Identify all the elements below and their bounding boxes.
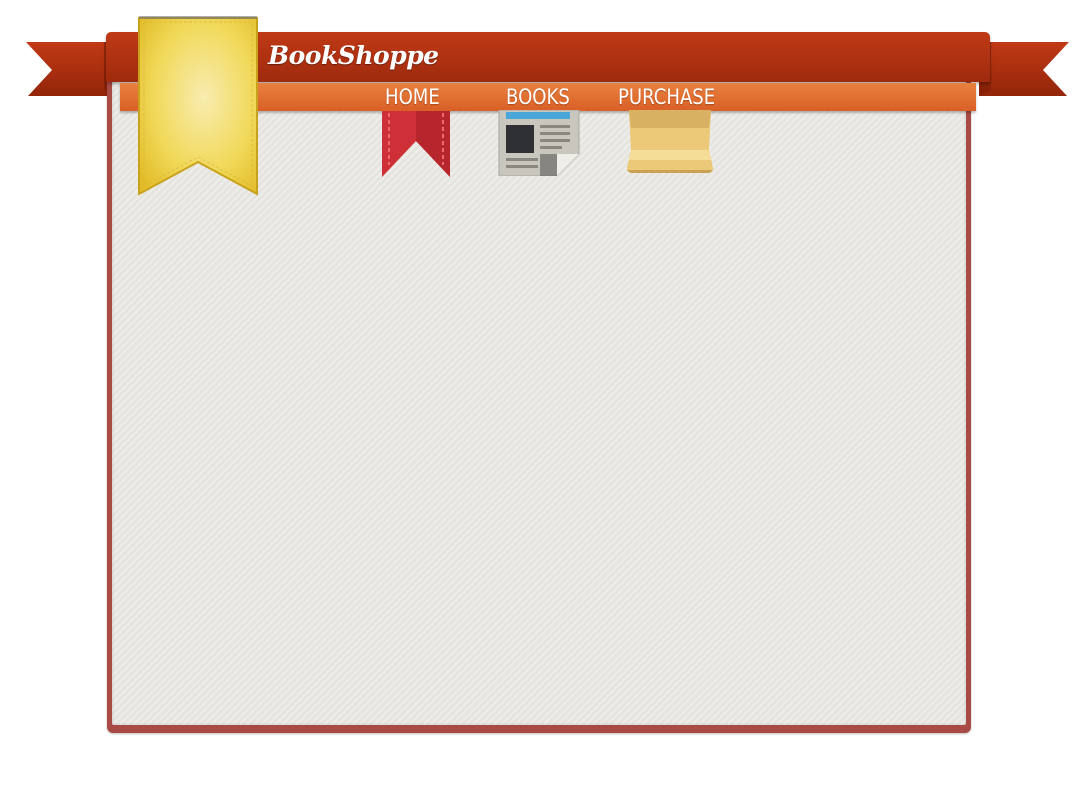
nav-books-link[interactable]: BOOKS [506,83,570,111]
nav-home-link[interactable]: HOME [385,83,440,111]
bookmark-icon[interactable] [381,111,451,177]
box-icon[interactable] [625,110,715,174]
brand-logo[interactable]: BookShoppe [268,38,439,74]
page: BookShoppe HOME BOOKS PURCHASE [0,0,1080,800]
ribbon-tail-left [26,42,116,96]
ribbon-tail-right [979,42,1069,96]
nav-purchase-link[interactable]: PURCHASE [618,83,715,111]
newspaper-icon[interactable] [498,110,580,176]
bookmark-ribbon-icon [138,16,258,196]
